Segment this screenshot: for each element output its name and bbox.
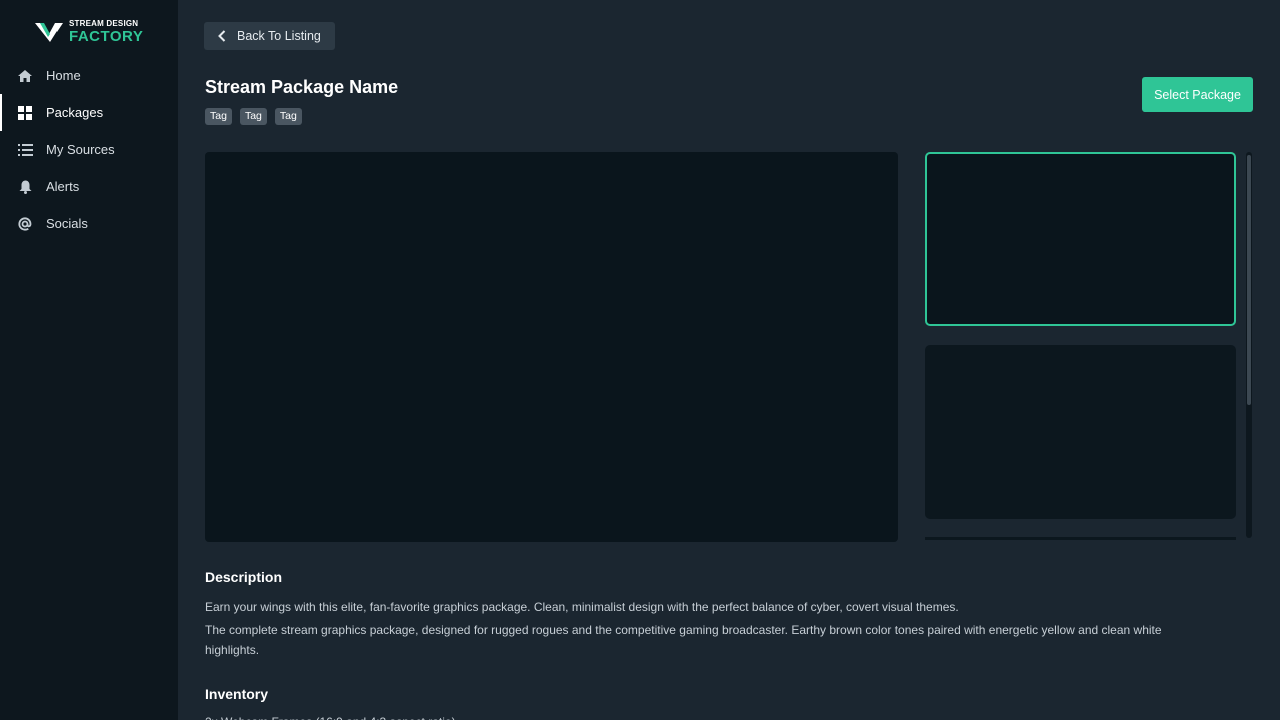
description-heading: Description [205, 569, 283, 585]
at-icon [17, 216, 33, 232]
page-title: Stream Package Name [205, 77, 399, 97]
sidebar-item-packages[interactable]: Packages [0, 94, 178, 131]
logo-text: STREAM DESIGN FACTORY [69, 19, 144, 45]
preview-thumbnail[interactable] [925, 345, 1236, 519]
description-paragraph: Earn your wings with this elite, fan-fav… [205, 600, 959, 614]
bell-icon [17, 179, 33, 195]
sidebar-item-label: Alerts [46, 179, 80, 194]
sidebar-nav: Home Packages My Sources Alerts Socials [0, 57, 178, 242]
grid-icon [17, 105, 33, 121]
logo-line1: STREAM DESIGN [69, 19, 139, 28]
sidebar-item-my-sources[interactable]: My Sources [0, 131, 178, 168]
tag-badge[interactable]: Tag [274, 108, 302, 125]
tag-badge[interactable]: Tag [239, 108, 267, 125]
sidebar-item-label: Packages [46, 105, 104, 120]
brand-logo[interactable]: STREAM DESIGN FACTORY [35, 20, 145, 44]
preview-thumbnail-selected[interactable] [925, 152, 1236, 326]
list-icon [17, 142, 33, 158]
sidebar-item-label: Socials [46, 216, 88, 231]
logo-mark-icon [35, 23, 63, 42]
sidebar-item-socials[interactable]: Socials [0, 205, 178, 242]
sidebar-item-label: My Sources [46, 142, 115, 157]
sidebar-item-home[interactable]: Home [0, 57, 178, 94]
select-package-button[interactable]: Select Package [1142, 77, 1253, 112]
tag-badge[interactable]: Tag [205, 108, 232, 125]
inventory-heading: Inventory [205, 686, 269, 702]
tag-list: Tag Tag Tag [205, 108, 310, 125]
back-to-listing-button[interactable]: Back To Listing [204, 22, 335, 50]
inventory-item: 2x Webcam Frames (16:9 and 4:3 aspect ra… [205, 712, 456, 720]
logo-line2: FACTORY [69, 28, 144, 45]
back-button-label: Back To Listing [237, 29, 321, 43]
chevron-left-icon [218, 30, 226, 42]
sidebar-item-alerts[interactable]: Alerts [0, 168, 178, 205]
thumbnail-scrollbar-thumb[interactable] [1247, 155, 1251, 405]
description-paragraph: The complete stream graphics package, de… [205, 623, 1162, 657]
main-preview [205, 152, 898, 542]
preview-thumbnail-partial[interactable] [925, 537, 1236, 540]
sidebar-item-label: Home [46, 68, 81, 83]
home-icon [17, 68, 33, 84]
sidebar: STREAM DESIGN FACTORY Home Packages My S… [0, 0, 178, 720]
